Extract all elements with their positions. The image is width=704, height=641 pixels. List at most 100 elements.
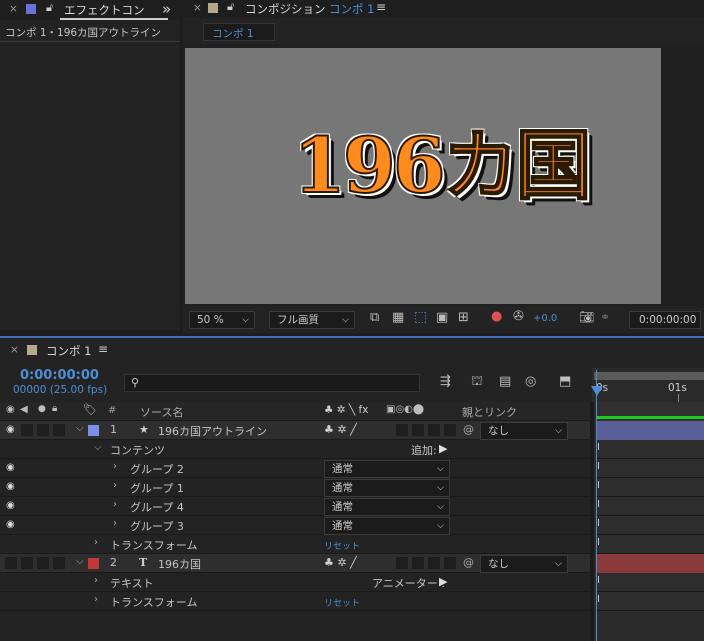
solo-icon[interactable]: ● xyxy=(38,404,46,414)
guides-icon[interactable]: ⊞ xyxy=(458,310,469,325)
parent-dropdown[interactable]: なし ⌵ xyxy=(480,422,568,440)
playhead-handle[interactable] xyxy=(591,386,603,396)
switch-box[interactable] xyxy=(428,424,440,436)
comp-viewer[interactable]: 196カ国 xyxy=(183,44,704,306)
blend-mode-dropdown[interactable]: 通常 ⌵ xyxy=(324,460,450,478)
transform-row[interactable]: › トランスフォーム リセット xyxy=(0,592,590,611)
timeline-tab-name[interactable]: コンポ 1 xyxy=(46,343,91,359)
parent-dropdown[interactable]: なし ⌵ xyxy=(480,555,568,573)
chevron-right-icon[interactable]: › xyxy=(113,499,117,510)
panel-menu-icon[interactable]: ≡ xyxy=(98,342,108,356)
contents-row[interactable]: ⌵ コンテンツ 追加: ▶ xyxy=(0,440,590,459)
chevron-right-icon[interactable]: › xyxy=(113,461,117,472)
group-row[interactable]: ◉ › グループ 3 通常 ⌵ xyxy=(0,516,590,535)
comp-tab-prefix[interactable]: コンポジション xyxy=(245,1,326,17)
layer-bar-2[interactable] xyxy=(596,554,704,573)
solo-toggle[interactable] xyxy=(37,557,49,569)
motion-blur-icon[interactable]: ◎ xyxy=(525,374,536,389)
pickwhip-icon[interactable]: @ xyxy=(463,423,474,436)
reset-link[interactable]: リセット xyxy=(324,596,360,609)
frame-blending-icon[interactable]: ▤ xyxy=(499,374,511,389)
group-row[interactable]: ◉ › グループ 2 通常 ⌵ xyxy=(0,459,590,478)
audio-icon[interactable]: ◀ xyxy=(20,404,28,415)
audio-toggle[interactable] xyxy=(21,557,33,569)
group-row[interactable]: ◉ › グループ 4 通常 ⌵ xyxy=(0,497,590,516)
lock-icon[interactable]: 🔒︎ xyxy=(52,403,57,414)
graph-editor-icon[interactable]: ⬒ xyxy=(559,374,571,389)
layer-row-1[interactable]: ◉ ⌵ 1 ★ 196カ国アウトライン ♣ ✲ ╱ @ なし ⌵ xyxy=(0,421,590,440)
chevron-right-icon[interactable]: › xyxy=(113,518,117,529)
layer-name[interactable]: 196カ国アウトライン xyxy=(158,423,267,439)
color-channel-icon[interactable]: ● xyxy=(491,309,502,324)
chevron-down-icon[interactable]: ⌵ xyxy=(76,423,84,434)
lock-toggle[interactable] xyxy=(53,424,65,436)
video-eye-icon[interactable]: ◉ xyxy=(6,462,15,473)
quality-dropdown[interactable]: フル画質 ⌵ xyxy=(269,311,355,329)
comp-inner-tab[interactable]: コンポ 1 xyxy=(203,23,275,41)
chevron-right-icon[interactable]: › xyxy=(94,575,98,586)
switch-box[interactable] xyxy=(412,424,424,436)
add-button[interactable]: ▶ xyxy=(439,442,447,455)
switch-box[interactable] xyxy=(396,557,408,569)
blend-mode-dropdown[interactable]: 通常 ⌵ xyxy=(324,479,450,497)
chevron-right-icon[interactable]: › xyxy=(113,480,117,491)
timecode-display[interactable]: 0:00:00:00 xyxy=(20,368,99,383)
transform-row[interactable]: › トランスフォーム リセット xyxy=(0,535,590,554)
mask-path-icon[interactable]: ⬚ xyxy=(414,309,427,325)
comp-mini-flowchart-icon[interactable]: ⇶ xyxy=(440,374,451,389)
audio-toggle[interactable] xyxy=(21,424,33,436)
fast-preview-icon[interactable]: ⧉ xyxy=(370,310,379,325)
pickwhip-icon[interactable]: @ xyxy=(463,556,474,569)
panel-expand-icon[interactable]: » xyxy=(162,0,171,18)
chevron-down-icon[interactable]: ⌵ xyxy=(76,556,84,567)
switch-box[interactable] xyxy=(396,424,408,436)
zoom-dropdown[interactable]: 50 % ⌵ xyxy=(189,311,255,329)
chevron-right-icon[interactable]: › xyxy=(94,594,98,605)
group-row[interactable]: ◉ › グループ 1 通常 ⌵ xyxy=(0,478,590,497)
camera-icon[interactable]: 📷︎ xyxy=(579,310,594,324)
switch-box[interactable] xyxy=(412,557,424,569)
layer-switches[interactable]: ♣ ✲ ╱ xyxy=(324,556,357,569)
close-icon[interactable]: × xyxy=(193,2,202,14)
blend-mode-dropdown[interactable]: 通常 ⌵ xyxy=(324,517,450,535)
video-eye-icon[interactable]: ◉ xyxy=(6,404,15,415)
comp-canvas[interactable]: 196カ国 xyxy=(185,48,661,304)
layer-bar-1[interactable] xyxy=(596,421,704,440)
text-row[interactable]: › テキスト アニメーター : ▶ xyxy=(0,573,590,592)
layer-row-2[interactable]: ⌵ 2 T 196カ国 ♣ ✲ ╱ @ なし ⌵ xyxy=(0,554,590,573)
shy-layers-icon[interactable]: ⛫ xyxy=(471,374,483,391)
video-toggle[interactable] xyxy=(5,557,17,569)
region-of-interest-icon[interactable]: ▣ xyxy=(436,310,448,325)
chevron-right-icon[interactable]: › xyxy=(94,537,98,548)
comp-timecode-field[interactable]: 0:00:00:00 xyxy=(629,311,701,329)
animator-add-button[interactable]: ▶ xyxy=(439,575,447,588)
video-eye-icon[interactable]: ◉ xyxy=(6,519,15,530)
switch-box[interactable] xyxy=(444,424,456,436)
lock-icon[interactable]: 🔓︎ xyxy=(46,1,53,15)
exposure-value[interactable]: +0.0 xyxy=(533,313,557,324)
close-icon[interactable]: × xyxy=(10,344,19,356)
layer-label-color[interactable] xyxy=(88,425,99,436)
panel-splitter[interactable] xyxy=(590,402,594,641)
label-tag-icon[interactable]: 🏷︎ xyxy=(83,403,97,416)
layer-name[interactable]: 196カ国 xyxy=(158,556,201,572)
panel-menu-icon[interactable]: ≡ xyxy=(376,0,386,14)
current-time-indicator[interactable] xyxy=(596,370,597,641)
video-eye-icon[interactable]: ◉ xyxy=(6,481,15,492)
switch-box[interactable] xyxy=(428,557,440,569)
transparency-grid-icon[interactable]: ▦ xyxy=(392,310,404,325)
reset-link[interactable]: リセット xyxy=(324,539,360,552)
layer-switches[interactable]: ♣ ✲ ╱ xyxy=(324,423,357,436)
switch-box[interactable] xyxy=(444,557,456,569)
effects-tab-title[interactable]: エフェクトコン xyxy=(64,2,145,18)
close-icon[interactable]: × xyxy=(9,3,18,15)
time-ruler[interactable]: 0s 01s xyxy=(592,368,704,402)
layer-label-color[interactable] xyxy=(88,558,99,569)
source-name-header[interactable]: ソース名 xyxy=(140,404,183,420)
lock-toggle[interactable] xyxy=(53,557,65,569)
lock-icon[interactable]: 🔓︎ xyxy=(227,0,234,14)
blend-mode-dropdown[interactable]: 通常 ⌵ xyxy=(324,498,450,516)
video-eye-icon[interactable]: ◉ xyxy=(6,424,15,435)
show-snapshot-icon[interactable]: ⚭ xyxy=(600,310,610,324)
chevron-down-icon[interactable]: ⌵ xyxy=(94,442,102,453)
